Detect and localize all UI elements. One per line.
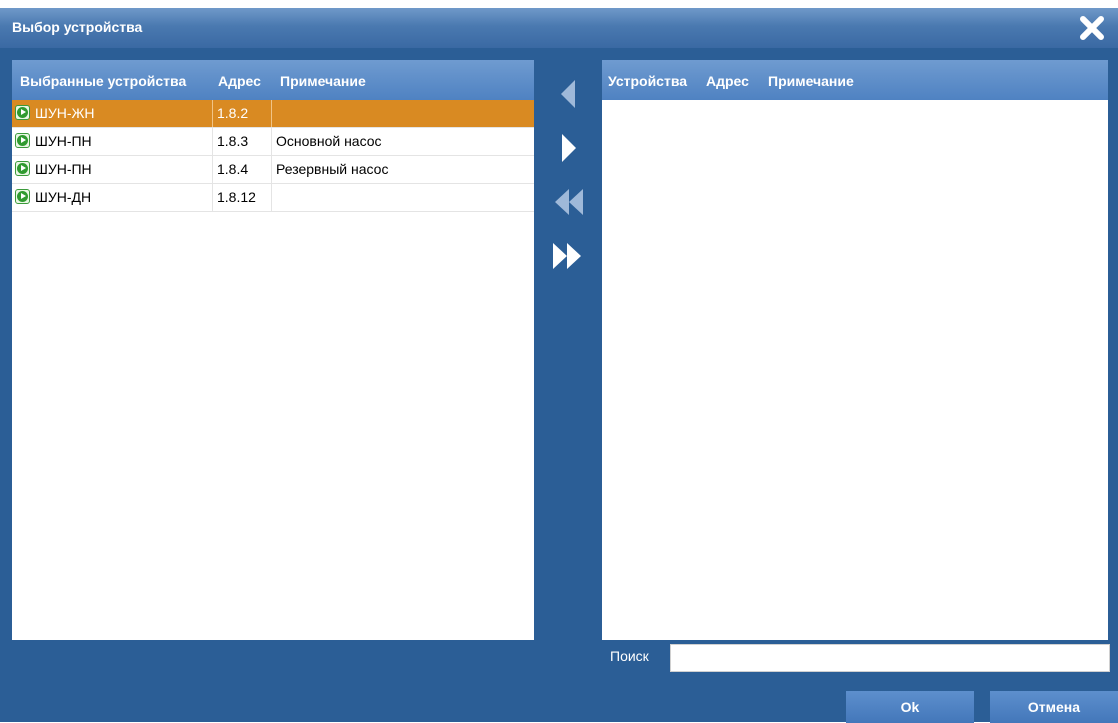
available-devices-header: Устройства Адрес Примечание (602, 60, 1108, 100)
ok-button[interactable]: Ok (846, 691, 974, 723)
column-header-address[interactable]: Адрес (706, 73, 749, 89)
device-name: ШУН-ПН (35, 133, 92, 149)
device-name: ШУН-ДН (35, 189, 92, 205)
device-address: 1.8.12 (212, 184, 272, 211)
table-row[interactable]: ШУН-ПН 1.8.4 Резервный насос (12, 156, 534, 184)
device-note (272, 184, 276, 211)
device-selection-dialog: Выбор устройства Выбранные устройства Ад… (0, 8, 1118, 723)
device-name: ШУН-ПН (35, 161, 92, 177)
table-row[interactable]: ШУН-ПН 1.8.3 Основной насос (12, 128, 534, 156)
play-circle-icon (15, 189, 30, 204)
play-circle-icon (15, 133, 30, 148)
close-icon[interactable] (1078, 14, 1106, 42)
play-circle-icon (15, 105, 30, 120)
device-name-cell: ШУН-ЖН (12, 100, 212, 127)
arrow-right-icon[interactable] (548, 128, 588, 168)
device-note: Резервный насос (276, 161, 389, 177)
device-name-cell: ШУН-ПН (12, 128, 212, 155)
selected-devices-header: Выбранные устройства Адрес Примечание (12, 60, 534, 100)
selected-devices-list: ШУН-ЖН 1.8.2 ШУН-ПН 1.8.3 Основной насос… (12, 100, 534, 212)
cancel-button[interactable]: Отмена (990, 691, 1118, 723)
selected-devices-panel: Выбранные устройства Адрес Примечание ШУ… (12, 60, 534, 640)
device-name-cell: ШУН-ПН (12, 156, 212, 183)
device-name: ШУН-ЖН (35, 105, 95, 121)
device-address: 1.8.4 (212, 156, 272, 183)
double-arrow-right-icon[interactable] (548, 236, 588, 276)
column-header-note[interactable]: Примечание (280, 73, 366, 89)
device-note (272, 100, 276, 127)
arrow-left-icon[interactable] (548, 74, 588, 114)
table-row[interactable]: ШУН-ДН 1.8.12 (12, 184, 534, 212)
table-row[interactable]: ШУН-ЖН 1.8.2 (12, 100, 534, 128)
double-arrow-left-icon[interactable] (548, 182, 588, 222)
play-circle-icon (15, 161, 30, 176)
device-name-cell: ШУН-ДН (12, 184, 212, 211)
column-header-selected-devices[interactable]: Выбранные устройства (20, 73, 186, 89)
device-address: 1.8.2 (212, 100, 272, 127)
device-note: Основной насос (276, 133, 382, 149)
search-label: Поиск (610, 648, 649, 664)
title-bar: Выбор устройства (0, 8, 1118, 48)
available-devices-panel: Устройства Адрес Примечание (602, 60, 1108, 640)
column-header-devices[interactable]: Устройства (608, 73, 687, 89)
column-header-address[interactable]: Адрес (218, 73, 261, 89)
device-address: 1.8.3 (212, 128, 272, 155)
column-header-note[interactable]: Примечание (768, 73, 854, 89)
dialog-title: Выбор устройства (12, 19, 143, 35)
search-input[interactable] (670, 644, 1110, 672)
